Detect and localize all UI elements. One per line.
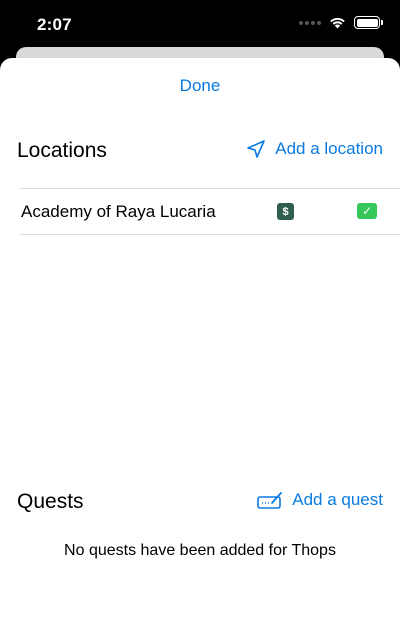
status-icons — [299, 16, 383, 29]
divider — [20, 234, 400, 235]
location-arrow-icon — [247, 140, 266, 158]
add-location-label: Add a location — [275, 139, 383, 158]
add-quest-button[interactable]: Add a quest — [257, 490, 383, 510]
check-badge-icon: ✓ — [357, 203, 377, 219]
cellular-icon — [299, 20, 321, 25]
status-time: 2:07 — [37, 15, 72, 34]
status-bar: 2:07 — [0, 0, 400, 48]
empty-quests-message: No quests have been added for Thops — [64, 542, 336, 559]
add-location-button[interactable]: Add a location — [246, 139, 383, 159]
battery-icon — [354, 16, 383, 29]
dollar-badge-icon: $ — [277, 203, 294, 220]
list-item[interactable]: Academy of Raya Lucaria $ ✓ — [20, 189, 400, 234]
done-button[interactable]: Done — [0, 76, 400, 96]
locations-title: Locations — [17, 139, 107, 162]
wifi-icon — [330, 17, 345, 29]
signature-icon — [257, 492, 283, 509]
modal-sheet: Done Locations Add a location Academy of… — [0, 58, 400, 618]
quests-title: Quests — [17, 490, 84, 513]
add-quest-label: Add a quest — [292, 490, 383, 509]
location-name: Academy of Raya Lucaria — [21, 201, 216, 221]
